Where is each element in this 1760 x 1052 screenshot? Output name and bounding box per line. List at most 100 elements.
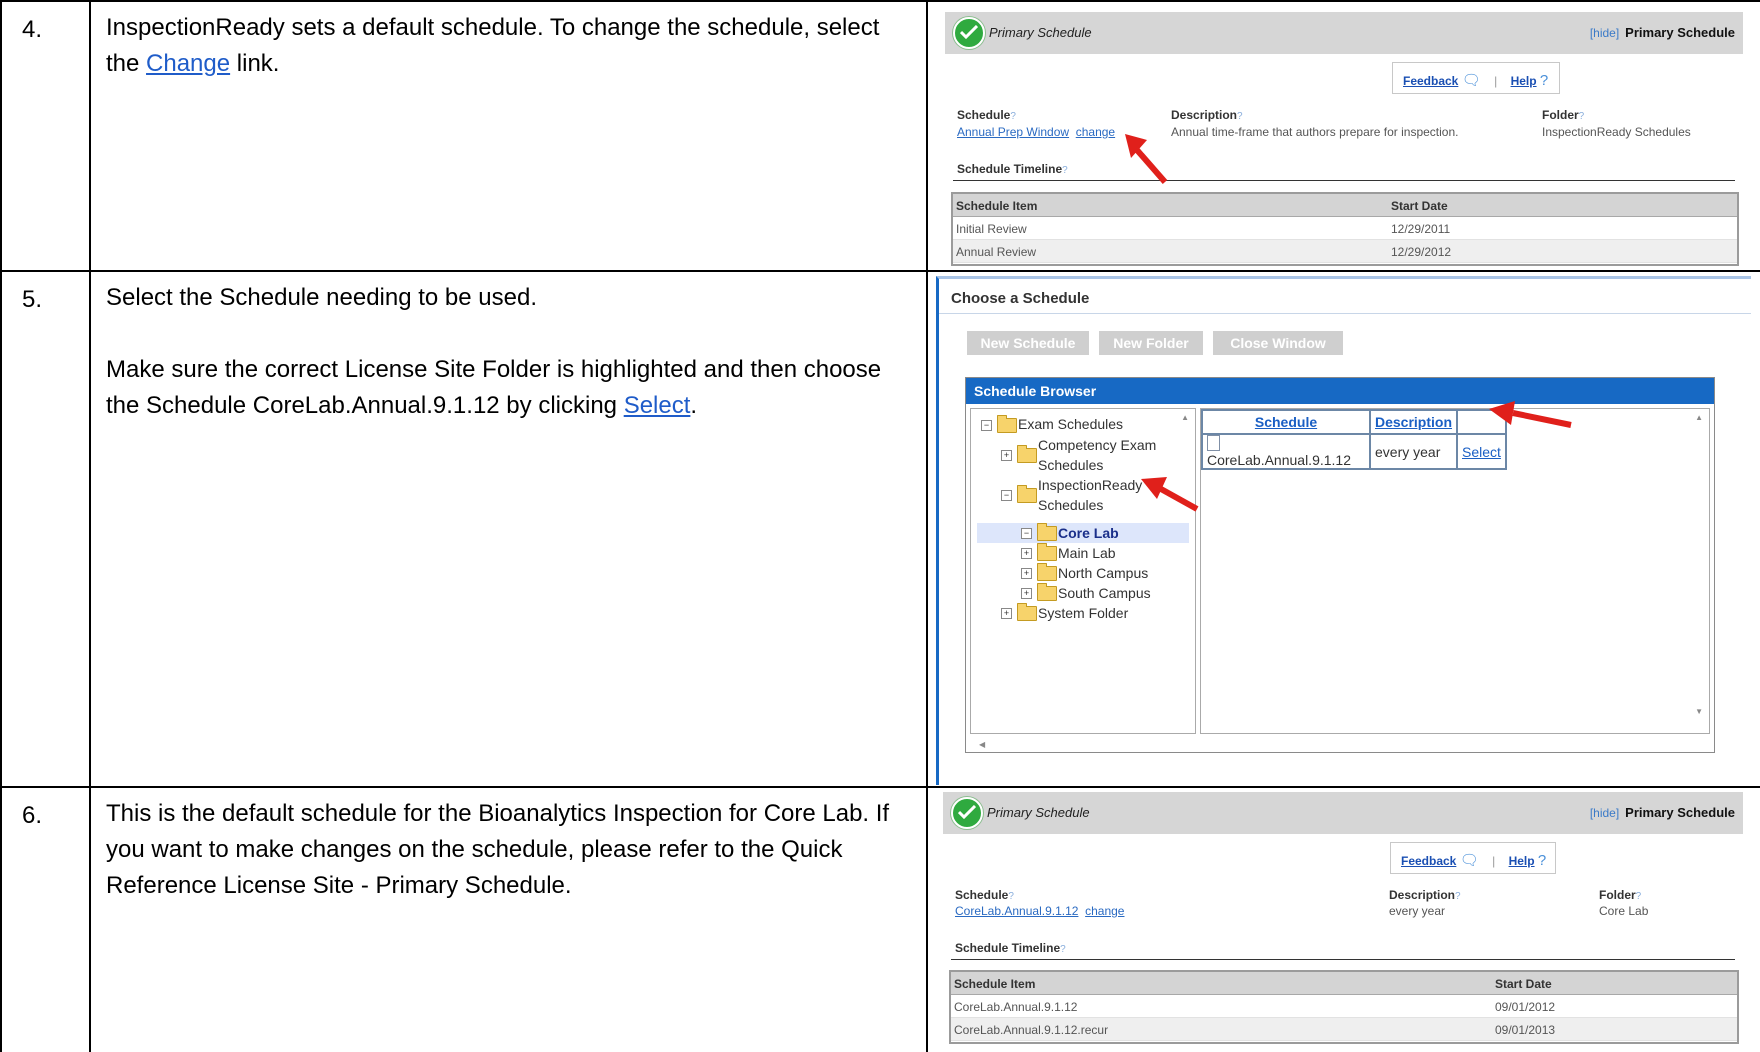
description-value: Annual time-frame that authors prepare f… bbox=[1171, 125, 1459, 139]
schedule-results: ▲ ▼ Schedule Description CoreLab.Annual.… bbox=[1200, 408, 1710, 734]
panel-title: Primary Schedule bbox=[989, 25, 1092, 40]
expand-icon[interactable]: + bbox=[1001, 450, 1012, 461]
schedule-browser: Schedule Browser ▲ − Exam Schedules + Co… bbox=[965, 377, 1715, 753]
timeline-label: Schedule Timeline? bbox=[955, 941, 1066, 955]
panel-header: Primary Schedule [hide] Primary Schedule bbox=[943, 792, 1743, 834]
schedule-label: Schedule? bbox=[955, 888, 1014, 902]
change-schedule-link[interactable]: change bbox=[1076, 125, 1115, 139]
hide-link[interactable]: [hide] bbox=[1590, 26, 1619, 40]
col-header-date: Start Date bbox=[1495, 977, 1552, 991]
column-divider bbox=[89, 0, 91, 1052]
hide-link[interactable]: [hide] bbox=[1590, 806, 1619, 820]
info-icon: ? bbox=[1578, 111, 1585, 122]
expand-icon[interactable]: + bbox=[1021, 548, 1032, 559]
folder-icon bbox=[1037, 523, 1057, 541]
schedule-link[interactable]: CoreLab.Annual.9.1.12 bbox=[955, 904, 1078, 918]
row-date: 12/29/2011 bbox=[1391, 222, 1451, 236]
panel-title: Primary Schedule bbox=[987, 805, 1090, 820]
col-header-item: Schedule Item bbox=[954, 977, 1036, 991]
panel-header-right: [hide] Primary Schedule bbox=[1590, 25, 1735, 40]
folder-value: InspectionReady Schedules bbox=[1542, 125, 1691, 139]
col-header-schedule[interactable]: Schedule bbox=[1201, 409, 1371, 435]
table-row: CoreLab.Annual.9.1.12 09/01/2012 bbox=[951, 995, 1737, 1018]
panel-header: Primary Schedule [hide] Primary Schedule bbox=[945, 12, 1743, 54]
select-link[interactable]: Select bbox=[624, 392, 691, 419]
red-arrow-icon bbox=[1489, 401, 1572, 428]
step-text-part: . bbox=[690, 392, 698, 419]
step-text: Select the Schedule needing to be used. … bbox=[106, 280, 906, 424]
folder-icon bbox=[1037, 583, 1057, 601]
new-schedule-button[interactable]: New Schedule bbox=[967, 331, 1089, 355]
new-folder-button[interactable]: New Folder bbox=[1099, 331, 1203, 355]
row-item: Initial Review bbox=[956, 222, 1027, 236]
expand-icon[interactable]: + bbox=[1021, 568, 1032, 579]
checkmark-icon bbox=[951, 797, 983, 829]
help-question-icon: ? bbox=[1537, 852, 1547, 869]
scroll-down-icon[interactable]: ▼ bbox=[1695, 707, 1703, 716]
table-row: Initial Review 12/29/2011 bbox=[953, 217, 1737, 240]
folder-value: Core Lab bbox=[1599, 904, 1649, 918]
result-schedule-cell: CoreLab.Annual.9.1.12 bbox=[1201, 433, 1371, 470]
tree-item-exam-schedules[interactable]: Exam Schedules bbox=[1018, 414, 1123, 434]
browser-header: Schedule Browser bbox=[966, 378, 1714, 404]
panel-header-right-title: Primary Schedule bbox=[1625, 805, 1735, 820]
choose-schedule-screenshot: Choose a Schedule New Schedule New Folde… bbox=[936, 276, 1751, 785]
select-button[interactable]: Select bbox=[1462, 444, 1501, 460]
description-value: every year bbox=[1389, 904, 1446, 918]
expand-icon[interactable]: + bbox=[1001, 608, 1012, 619]
feedback-bubble-icon: 🗨 bbox=[1459, 852, 1479, 869]
tree-item-south-campus[interactable]: South Campus bbox=[1058, 583, 1151, 603]
tree-item-core-lab[interactable]: Core Lab bbox=[1058, 523, 1119, 543]
step-text: InspectionReady sets a default schedule.… bbox=[106, 10, 906, 82]
expand-icon[interactable]: + bbox=[1021, 588, 1032, 599]
collapse-icon[interactable]: − bbox=[1021, 528, 1032, 539]
row-divider bbox=[0, 270, 1760, 272]
timeline-label: Schedule Timeline? bbox=[957, 162, 1068, 176]
tree-item-main-lab[interactable]: Main Lab bbox=[1058, 543, 1116, 563]
table-row: CoreLab.Annual.9.1.12.recur 09/01/2013 bbox=[951, 1018, 1737, 1041]
row-divider bbox=[0, 786, 1760, 788]
close-window-button[interactable]: Close Window bbox=[1213, 331, 1343, 355]
help-link[interactable]: Help bbox=[1511, 74, 1537, 88]
result-select-cell: Select bbox=[1456, 433, 1507, 470]
tree-item-system-folder[interactable]: System Folder bbox=[1038, 603, 1128, 623]
step-number: 5. bbox=[22, 286, 43, 313]
panel-header-right-title: Primary Schedule bbox=[1625, 25, 1735, 40]
folder-icon bbox=[997, 415, 1017, 433]
change-link[interactable]: Change bbox=[146, 50, 230, 77]
feedback-link[interactable]: Feedback bbox=[1401, 854, 1456, 868]
scroll-up-icon[interactable]: ▲ bbox=[1181, 413, 1189, 422]
title-divider bbox=[939, 313, 1751, 314]
document-icon bbox=[1207, 435, 1220, 451]
info-icon: ? bbox=[1010, 111, 1016, 122]
col-header-description[interactable]: Description bbox=[1368, 409, 1459, 435]
feedback-help-box: Feedback 🗨 | Help ? bbox=[1390, 842, 1556, 874]
step-text-part: Make sure the correct License Site Folde… bbox=[106, 356, 882, 419]
info-icon: ? bbox=[1237, 111, 1243, 122]
feedback-link[interactable]: Feedback bbox=[1403, 74, 1458, 88]
info-icon: ? bbox=[1455, 891, 1461, 902]
scroll-left-icon[interactable]: ◀ bbox=[979, 740, 985, 749]
tree-item-competency-exam-line2[interactable]: Schedules bbox=[1038, 455, 1103, 475]
tree-item-north-campus[interactable]: North Campus bbox=[1058, 563, 1148, 583]
folder-icon bbox=[1017, 603, 1037, 621]
tree-item-competency-exam[interactable]: Competency Exam bbox=[1038, 435, 1156, 455]
change-schedule-link[interactable]: change bbox=[1085, 904, 1124, 918]
help-link[interactable]: Help bbox=[1509, 854, 1535, 868]
schedule-link[interactable]: Annual Prep Window bbox=[957, 125, 1069, 139]
col-header-date: Start Date bbox=[1391, 199, 1448, 213]
tree-item-inspectionready-line2[interactable]: Schedules bbox=[1038, 495, 1103, 515]
grid-header: Schedule Item Start Date bbox=[953, 194, 1737, 217]
description-label: Description? bbox=[1389, 888, 1461, 902]
collapse-icon[interactable]: − bbox=[981, 420, 992, 431]
tree-item-inspectionready[interactable]: InspectionReady bbox=[1038, 475, 1142, 495]
folder-icon bbox=[1017, 445, 1037, 463]
feedback-bubble-icon: 🗨 bbox=[1461, 72, 1481, 89]
row-date: 09/01/2012 bbox=[1495, 1000, 1556, 1014]
schedule-value: Annual Prep Window change bbox=[957, 125, 1115, 139]
step-number: 6. bbox=[22, 802, 43, 829]
scroll-up-icon[interactable]: ▲ bbox=[1695, 413, 1703, 422]
collapse-icon[interactable]: − bbox=[1001, 490, 1012, 501]
help-question-icon: ? bbox=[1539, 72, 1549, 89]
timeline-grid: Schedule Item Start Date Initial Review … bbox=[951, 192, 1739, 266]
